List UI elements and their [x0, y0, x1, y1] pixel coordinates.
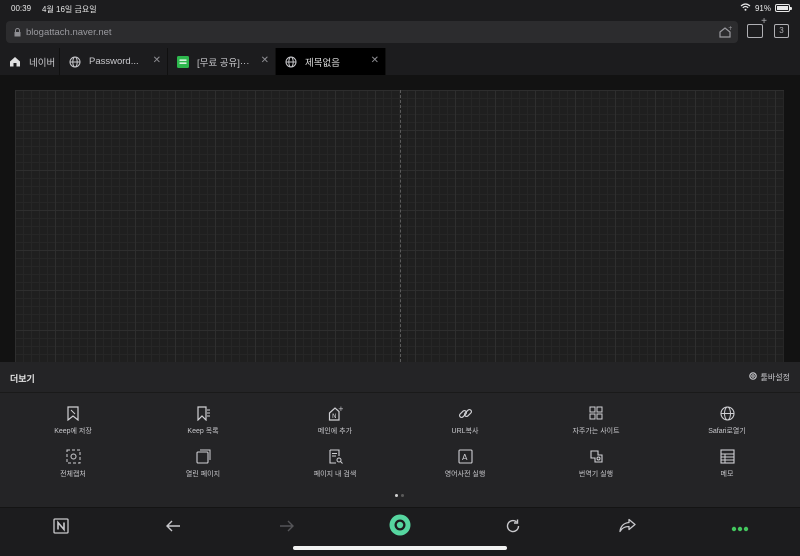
add-home-icon[interactable]: +	[718, 25, 733, 39]
tab-label: 네이버	[29, 57, 56, 69]
item-label: 메모	[720, 471, 734, 478]
status-bar: 00:39 4월 16일 금요일 91%	[0, 0, 800, 17]
url-text: blogattach.naver.net	[26, 26, 112, 38]
tab-count-button[interactable]: 3	[774, 24, 789, 38]
close-icon[interactable]: ✕	[153, 55, 161, 66]
tab-label: 제목없음	[305, 57, 340, 69]
refresh-button[interactable]	[503, 518, 523, 538]
full-capture-button[interactable]: 전체캡처	[18, 448, 128, 479]
more-panel: 더보기 툴바설정 Keep에 저장 Keep 목록 N + 메인에 추가 URL복…	[0, 362, 800, 507]
pages-icon	[195, 448, 211, 464]
tab-untitled[interactable]: 제목없음 ✕	[276, 48, 386, 75]
blog-icon	[176, 55, 190, 69]
panel-divider	[0, 392, 800, 393]
battery-icon	[775, 4, 792, 12]
svg-text:+: +	[728, 25, 732, 32]
tab-password[interactable]: Password... ✕	[60, 48, 168, 75]
keep-list-button[interactable]: Keep 목록	[148, 405, 258, 436]
forward-icon	[279, 519, 295, 537]
item-label: Keep에 저장	[54, 428, 92, 435]
forward-button[interactable]	[277, 518, 297, 538]
status-right: 91%	[740, 3, 792, 13]
naver-n-icon	[53, 517, 69, 539]
globe-icon	[68, 55, 82, 69]
center-divider	[400, 90, 401, 362]
new-tab-button[interactable]	[747, 16, 767, 38]
page-dot-active[interactable]	[395, 494, 398, 497]
page-content	[0, 75, 800, 362]
close-icon[interactable]: ✕	[371, 55, 379, 66]
add-to-main-icon: N +	[327, 405, 343, 421]
dictionary-icon: A	[457, 448, 473, 464]
back-button[interactable]	[163, 518, 183, 538]
naver-n-button[interactable]	[51, 517, 71, 539]
frequent-sites-button[interactable]: 자주가는 사이트	[541, 405, 651, 436]
home-indicator[interactable]	[293, 546, 507, 550]
more-icon	[731, 519, 749, 537]
grid-canvas[interactable]	[15, 90, 784, 362]
refresh-icon	[505, 518, 521, 539]
close-icon[interactable]: ✕	[261, 55, 269, 66]
item-label: 영어사전 실행	[444, 471, 486, 478]
item-label: 페이지 내 검색	[313, 471, 357, 478]
page-dot[interactable]	[401, 494, 404, 497]
settings-label: 툴바설정	[760, 372, 790, 382]
translator-button[interactable]: 번역기 실행	[541, 448, 651, 479]
add-to-main-button[interactable]: N + 메인에 추가	[280, 405, 390, 436]
translate-icon	[588, 448, 604, 464]
gear-icon	[748, 371, 758, 383]
home-icon	[8, 55, 22, 69]
memo-button[interactable]: 메모	[672, 448, 782, 479]
green-dot-button[interactable]	[389, 514, 411, 541]
status-date: 4월 16일 금요일	[42, 5, 97, 14]
item-label: Keep 목록	[187, 428, 219, 435]
memo-icon	[719, 448, 735, 464]
link-icon	[457, 405, 473, 421]
url-field[interactable]: blogattach.naver.net +	[6, 21, 738, 43]
panel-title: 더보기	[10, 374, 35, 384]
item-label: 번역기 실행	[578, 471, 614, 478]
capture-icon	[65, 448, 81, 464]
tab-naver[interactable]: 네이버	[0, 48, 60, 75]
open-pages-button[interactable]: 열린 페이지	[148, 448, 258, 479]
tab-bar: 네이버 Password... ✕ [무료 공유]··· ✕ 제목없음 ✕	[0, 48, 800, 75]
item-label: 메인에 추가	[317, 428, 353, 435]
wifi-icon	[740, 3, 751, 13]
back-icon	[165, 519, 181, 537]
tab-label: [무료 공유]···	[197, 57, 250, 69]
globe-icon	[719, 405, 735, 421]
open-in-safari-button[interactable]: Safari로열기	[672, 405, 782, 436]
more-button[interactable]	[730, 518, 750, 538]
page-indicator	[395, 494, 404, 497]
battery-percent: 91%	[754, 3, 771, 13]
item-label: URL복사	[451, 428, 479, 435]
item-label: Safari로열기	[708, 428, 746, 435]
tab-label: Password...	[89, 56, 139, 67]
item-label: 자주가는 사이트	[572, 428, 620, 435]
address-bar: blogattach.naver.net + 3	[0, 16, 800, 48]
item-label: 열린 페이지	[185, 471, 221, 478]
grid-icon	[588, 405, 604, 421]
status-time: 00:39	[11, 4, 32, 13]
tab-blog[interactable]: [무료 공유]··· ✕	[168, 48, 276, 75]
globe-icon	[284, 55, 298, 69]
url-copy-button[interactable]: URL복사	[410, 405, 520, 436]
green-dot-icon	[389, 514, 411, 541]
svg-text:N: N	[332, 413, 337, 420]
find-in-page-button[interactable]: 페이지 내 검색	[280, 448, 390, 479]
svg-text:A: A	[462, 453, 468, 462]
svg-text:+: +	[338, 406, 343, 413]
english-dictionary-button[interactable]: A 영어사전 실행	[410, 448, 520, 479]
share-icon	[618, 518, 636, 538]
keep-save-icon	[65, 405, 81, 421]
keep-list-icon	[195, 405, 211, 421]
keep-save-button[interactable]: Keep에 저장	[18, 405, 128, 436]
toolbar-settings-button[interactable]: 툴바설정	[748, 371, 790, 383]
page-search-icon	[327, 448, 343, 464]
lock-icon	[14, 28, 22, 37]
item-label: 전체캡처	[60, 471, 86, 478]
share-button[interactable]	[617, 518, 637, 538]
